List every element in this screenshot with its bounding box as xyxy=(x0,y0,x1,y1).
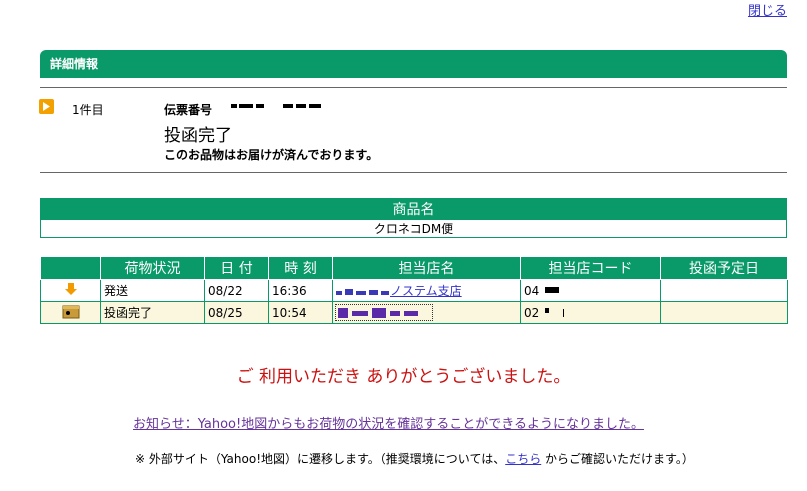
detail-section-header: 詳細情報 xyxy=(40,50,787,78)
store-link[interactable]: ノステム支店 xyxy=(336,284,462,298)
delivery-status: 投函完了 xyxy=(164,126,232,146)
product-table: 商品名 クロネコDM便 xyxy=(40,198,787,238)
item-count: 1件目 xyxy=(72,103,104,117)
table-row: 発送 08/22 16:36 ノステム支店 04 xyxy=(40,279,788,302)
row-icon-cell xyxy=(40,301,101,324)
row-scheduled xyxy=(660,301,788,324)
row-time: 16:36 xyxy=(268,279,333,302)
product-header: 商品名 xyxy=(40,198,787,220)
divider xyxy=(40,87,787,88)
header-scheduled: 投函予定日 xyxy=(660,256,788,280)
header-time: 時 刻 xyxy=(268,256,333,280)
arrow-right-icon xyxy=(39,99,54,114)
row-status: 投函完了 xyxy=(100,301,205,324)
store-name: ノステム支店 xyxy=(390,284,462,298)
divider xyxy=(40,172,787,173)
row-store-code: 04 xyxy=(520,279,661,302)
footnote-text-before: ※ 外部サイト（Yahoo!地図）に遷移します。（推奨環境については、 xyxy=(135,452,506,466)
store-link[interactable] xyxy=(335,304,433,321)
product-name: クロネコDM便 xyxy=(40,219,787,238)
tracking-header-row: 荷物状況 日 付 時 刻 担当店名 担当店コード 投函予定日 xyxy=(40,256,788,280)
tracking-table: 荷物状況 日 付 時 刻 担当店名 担当店コード 投函予定日 発送 08/22 … xyxy=(40,256,788,324)
row-scheduled xyxy=(660,279,788,302)
header-status: 荷物状況 xyxy=(100,256,205,280)
redacted-store-code xyxy=(545,287,560,293)
row-date: 08/25 xyxy=(204,301,269,324)
header-store-code: 担当店コード xyxy=(520,256,661,280)
redacted-slip-number xyxy=(231,104,321,108)
header-icon-col xyxy=(40,256,101,280)
thank-you-message: ご 利用いただき ありがとうございました。 xyxy=(236,367,571,387)
yahoo-map-notice-link[interactable]: お知らせ：Yahoo!地図からもお荷物の状況を確認することができるようになりまし… xyxy=(133,413,644,432)
down-arrow-icon xyxy=(64,283,77,295)
external-site-note: ※ 外部サイト（Yahoo!地図）に遷移します。（推奨環境については、こちら か… xyxy=(135,450,694,467)
row-time: 10:54 xyxy=(268,301,333,324)
slip-number-label: 伝票番号 xyxy=(164,103,213,117)
row-date: 08/22 xyxy=(204,279,269,302)
redacted-store-name xyxy=(338,307,418,318)
delivery-message: このお品物はお届けが済んでおります。 xyxy=(164,148,379,162)
store-code: 02 xyxy=(524,305,540,320)
row-status: 発送 xyxy=(100,279,205,302)
row-store xyxy=(332,301,521,324)
table-row: 投函完了 08/25 10:54 02 xyxy=(40,301,788,324)
row-icon-cell xyxy=(40,279,101,302)
close-link[interactable]: 閉じる xyxy=(748,0,787,19)
row-store: ノステム支店 xyxy=(332,279,521,302)
header-store: 担当店名 xyxy=(332,256,521,280)
footnote-text-after: からご確認いただけます。） xyxy=(541,452,694,466)
recommended-env-link[interactable]: こちら xyxy=(505,452,541,466)
redacted-store-code xyxy=(545,308,565,317)
redacted-store-prefix xyxy=(336,288,389,295)
header-date: 日 付 xyxy=(204,256,269,280)
store-code: 04 xyxy=(524,283,540,298)
package-box-icon xyxy=(62,305,79,319)
row-store-code: 02 xyxy=(520,301,661,324)
